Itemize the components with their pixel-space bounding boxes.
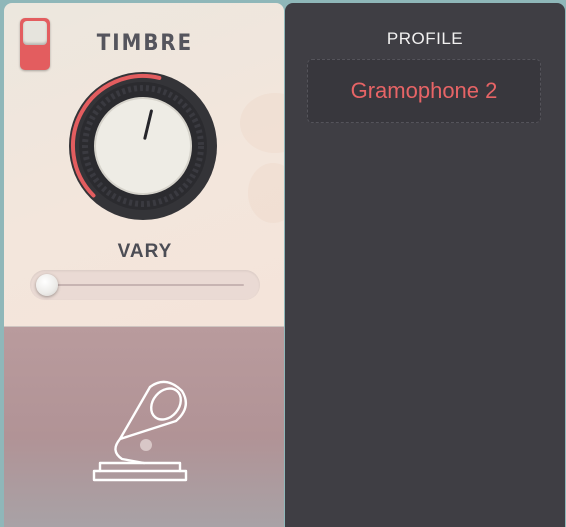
profile-panel: PROFILE Gramophone 2 <box>285 3 565 527</box>
power-toggle-thumb <box>23 21 47 45</box>
profile-artwork <box>4 327 284 527</box>
timbre-panel: TIMBRE VARY <box>4 3 284 527</box>
power-toggle[interactable] <box>20 18 50 70</box>
timbre-knob[interactable] <box>66 69 220 223</box>
background-splash <box>248 163 284 223</box>
vary-slider[interactable] <box>30 270 260 300</box>
profile-selector[interactable]: Gramophone 2 <box>307 59 541 123</box>
timbre-controls-card: TIMBRE VARY <box>4 3 284 327</box>
profile-selected-value: Gramophone 2 <box>350 78 498 103</box>
vary-slider-track <box>48 284 244 286</box>
vary-label: VARY <box>117 241 173 262</box>
profile-label: PROFILE <box>386 29 464 48</box>
vary-slider-thumb[interactable] <box>36 274 58 296</box>
gramophone-icon <box>92 380 188 482</box>
panel-title: TIMBRE <box>96 31 194 56</box>
background-splash <box>240 93 284 153</box>
